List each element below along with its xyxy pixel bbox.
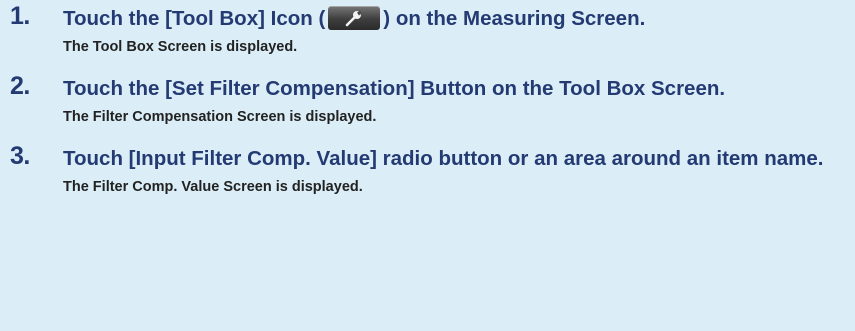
step-1-heading: 1. Touch the [Tool Box] Icon ( ) on the M… <box>0 2 855 33</box>
wrench-icon <box>328 6 381 30</box>
step-2-heading: 2. Touch the [Set Filter Compensation] B… <box>0 72 855 103</box>
step-1: 1. Touch the [Tool Box] Icon ( ) on the M… <box>0 2 855 56</box>
step-3-heading: 3. Touch [Input Filter Comp. Value] radi… <box>0 142 855 173</box>
step-2-number: 2. <box>10 72 30 100</box>
step-3-description: The Filter Comp. Value Screen is display… <box>63 179 363 195</box>
step-3-number: 3. <box>10 142 30 170</box>
step-2-description: The Filter Compensation Screen is displa… <box>63 109 377 125</box>
step-1-description: The Tool Box Screen is displayed. <box>63 39 298 55</box>
step-2: 2. Touch the [Set Filter Compensation] B… <box>0 72 855 126</box>
step-2-title: Touch the [Set Filter Compensation] Butt… <box>63 77 726 100</box>
step-3: 3. Touch [Input Filter Comp. Value] radi… <box>0 142 855 196</box>
step-1-title-end: ) on the Measuring Screen. <box>383 7 646 30</box>
step-3-title: Touch [Input Filter Comp. Value] radio b… <box>63 147 824 170</box>
step-1-title: Touch the [Tool Box] Icon ( ) on the Meas… <box>63 4 837 33</box>
step-1-number: 1. <box>10 2 30 30</box>
instructions-page: 1. Touch the [Tool Box] Icon ( ) on the M… <box>0 0 855 331</box>
step-1-title-start: Touch the [Tool Box] Icon ( <box>63 7 326 30</box>
